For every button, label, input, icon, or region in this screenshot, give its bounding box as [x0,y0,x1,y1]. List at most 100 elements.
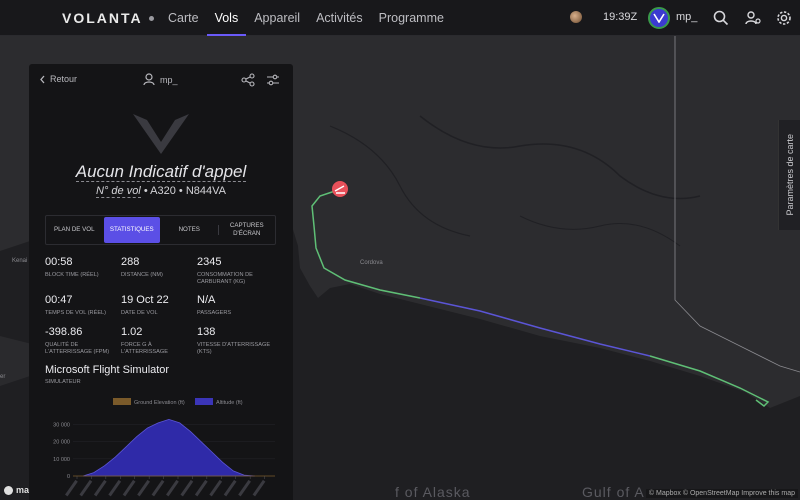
nav-item-programme[interactable]: Programme [371,0,452,36]
nav-item-appareil[interactable]: Appareil [246,0,308,36]
legend-label: Ground Elevation (ft) [134,400,185,406]
x-tick-label [223,479,237,497]
stat-value: 19 Oct 22 [121,294,169,306]
tab-notes[interactable]: NOTES [161,216,218,244]
y-tick-label: 10 000 [53,457,70,463]
altitude-area [82,418,255,477]
map-label-cordova: Cordova [360,260,383,266]
volanta-avatar-icon [653,13,665,23]
y-tick-label: 20 000 [53,440,70,446]
aircraft-type: A320 [150,185,176,197]
stat-label: CONSOMMATION DE CARBURANT (KG) [197,272,253,285]
stat-value: 2345 [197,256,222,268]
nav-item-activites[interactable]: Activités [308,0,371,36]
utc-clock: 19:39Z [603,11,638,23]
brand-logo[interactable]: VOLANTA [62,10,154,26]
flight-number[interactable]: N° de vol [96,185,141,198]
user-name[interactable]: mp_ [676,11,697,23]
x-tick-label [180,479,194,497]
x-tick-label [166,479,179,497]
map-settings-tab[interactable]: Paramètres de carte [778,120,800,230]
user-icon [143,73,155,86]
panel-tabs: PLAN DE VOL STATISTIQUES NOTES CAPTURES … [45,215,276,245]
stat-value: 1.02 [121,326,143,338]
map-label-gulf-1: f of Alaska [395,484,471,500]
back-button[interactable]: Retour [39,74,77,84]
tab-flight-plan[interactable]: PLAN DE VOL [46,216,103,244]
x-tick-label [122,479,136,497]
tab-screenshots[interactable]: CAPTURES D'ÉCRAN [219,216,276,244]
legend-label: Altitude (ft) [216,400,243,406]
map-label-gulf-2: Gulf of A [582,484,645,500]
x-tick-label [194,479,208,497]
panel-header: Retour mp_ [29,64,293,98]
x-tick-label [79,479,93,497]
moon-phase-icon [570,11,582,23]
stat-flight-date: 19 Oct 22 DATE DE VOL [121,294,193,317]
stat-value: 138 [197,326,216,338]
volanta-watermark-icon [133,114,189,154]
stat-value: 00:47 [45,294,73,306]
gear-icon[interactable] [775,9,793,27]
stat-landing-quality: -398.86 QUALITÉ DE L'ATTERRISSAGE (FPM) [45,326,117,356]
x-tick-label [209,479,223,497]
sliders-icon[interactable] [266,73,280,87]
separator-2: • [178,185,183,197]
x-tick-label [93,479,107,497]
stat-flight-time: 00:47 TEMPS DE VOL (RÉEL) [45,294,117,317]
stat-value: 00:58 [45,256,73,268]
stat-landing-g-force: 1.02 FORCE G À L'ATTERRISSAGE [121,326,193,356]
callsign-title[interactable]: Aucun Indicatif d'appel [29,162,293,182]
stat-value: N/A [197,294,216,306]
callsign-text: Aucun Indicatif d'appel [75,162,247,182]
stat-landing-speed: 138 VITESSE D'ATTERRISSAGE (KTS) [197,326,277,356]
stat-label: DATE DE VOL [121,310,158,316]
tab-statistics[interactable]: STATISTIQUES [103,217,160,243]
stat-label: BLOCK TIME (RÉEL) [45,272,99,278]
stat-value: 288 [121,256,140,268]
avatar[interactable] [648,7,670,29]
back-label: Retour [50,74,78,84]
user-settings-icon[interactable] [744,9,762,27]
x-tick-label [108,479,122,497]
mapbox-logo-icon [4,485,13,495]
stat-block-time: 00:58 BLOCK TIME (RÉEL) [45,256,117,279]
stat-value: -398.86 [45,326,83,338]
separator-1: • [143,185,148,197]
x-tick-label [65,479,78,497]
y-tick-label: 30 000 [53,423,70,429]
chevron-left-icon [40,75,45,83]
stat-label: DISTANCE (NM) [121,272,163,278]
search-icon[interactable] [712,9,730,27]
x-tick-label [238,479,251,497]
aircraft-registration: N844VA [185,185,226,197]
x-tick-label [137,479,150,497]
brand-name: VOLANTA [62,10,143,26]
flight-details-panel: Retour mp_ Aucun Indicatif d'appel N° de… [29,64,293,500]
stat-fuel: 2345 CONSOMMATION DE CARBURANT (KG) [197,256,277,286]
share-icon[interactable] [241,73,255,87]
main-nav: Carte Vols Appareil Activités Programme [160,0,452,36]
stat-label: PASSAGERS [197,310,232,316]
stat-label: TEMPS DE VOL (RÉEL) [45,310,107,316]
panel-user[interactable]: mp_ [143,73,178,86]
stat-passengers: N/A PASSAGERS [197,294,277,317]
map-attribution[interactable]: © Mapbox © OpenStreetMap Improve this ma… [645,489,798,498]
y-tick-label: 0 [67,474,70,480]
flight-subline: N° de vol • A320 • N844VA [29,185,293,198]
stat-label: FORCE G À L'ATTERRISSAGE [121,342,168,355]
stat-distance: 288 DISTANCE (NM) [121,256,193,279]
stat-label: VITESSE D'ATTERRISSAGE (KTS) [197,342,271,355]
simulator-label: SIMULATEUR [45,379,81,385]
altitude-profile-chart[interactable]: Ground Elevation (ft) Altitude (ft) 30 000… [35,396,287,500]
x-tick-label [151,479,165,497]
brand-dot-icon [148,15,154,21]
map-label-edge: er [0,374,6,380]
nav-item-carte[interactable]: Carte [160,0,207,36]
x-tick-label [252,479,266,497]
stat-label: QUALITÉ DE L'ATTERRISSAGE (FPM) [45,342,110,355]
map-settings-label: Paramètres de carte [784,134,795,216]
map-label-kenai: Kenai [12,258,28,264]
nav-item-vols[interactable]: Vols [206,0,247,36]
legend-swatch [195,398,213,405]
